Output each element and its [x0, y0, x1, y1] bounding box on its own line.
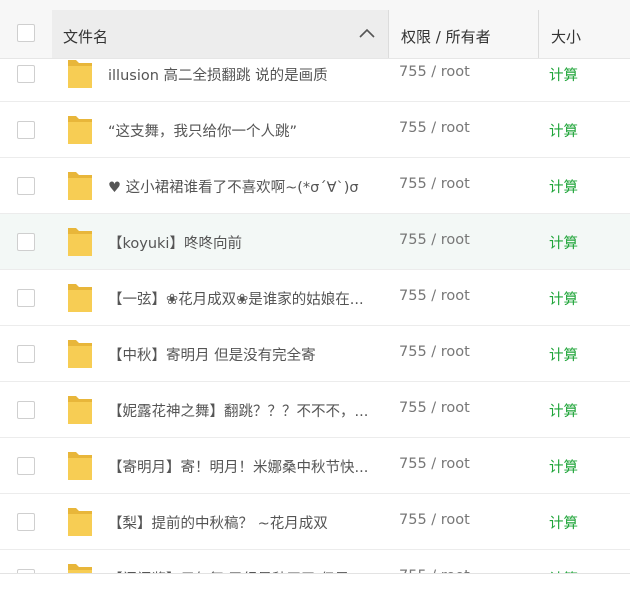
folder-icon	[68, 508, 92, 536]
calculate-size-link[interactable]: 计算	[549, 344, 578, 365]
select-all-checkbox[interactable]	[17, 24, 35, 42]
file-permission[interactable]: 755 / root	[399, 400, 470, 416]
calculate-size-link[interactable]: 计算	[549, 288, 578, 309]
file-name[interactable]: ♥ 这小裙裙谁看了不喜欢啊~(*σ´∀`)σ	[108, 176, 380, 197]
select-all-cell	[0, 0, 52, 58]
row-checkbox[interactable]	[17, 401, 35, 419]
table-row[interactable]: “这支舞，我只给你一个人跳” 755 / root 计算	[0, 102, 630, 158]
file-name[interactable]: illusion 高二全损翻跳 说的是画质	[108, 64, 380, 85]
column-header-size-label: 大小	[551, 28, 582, 46]
file-permission[interactable]: 755 / root	[399, 232, 470, 248]
row-checkbox[interactable]	[17, 121, 35, 139]
row-checkbox[interactable]	[17, 513, 35, 531]
folder-icon	[68, 228, 92, 256]
file-permission[interactable]: 755 / root	[399, 176, 470, 192]
file-list: illusion 高二全损翻跳 说的是画质 755 / root 计算 “这支舞…	[0, 46, 630, 581]
file-permission[interactable]: 755 / root	[399, 288, 470, 304]
row-checkbox[interactable]	[17, 65, 35, 83]
column-header-permission-label: 权限 / 所有者	[401, 28, 491, 46]
folder-icon	[68, 60, 92, 88]
folder-icon	[68, 172, 92, 200]
folder-icon	[68, 452, 92, 480]
file-permission[interactable]: 755 / root	[399, 344, 470, 360]
file-permission[interactable]: 755 / root	[399, 120, 470, 136]
file-name[interactable]: 【中秋】寄明月 但是没有完全寄	[108, 344, 380, 365]
row-checkbox[interactable]	[17, 457, 35, 475]
table-row[interactable]: 【koyuki】咚咚向前 755 / root 计算	[0, 214, 630, 270]
row-checkbox[interactable]	[17, 233, 35, 251]
table-row[interactable]: 【中秋】寄明月 但是没有完全寄 755 / root 计算	[0, 326, 630, 382]
table-row[interactable]: 【妮露花神之舞】翻跳？？？不不不，... 755 / root 计算	[0, 382, 630, 438]
file-name[interactable]: 【寄明月】寄！明月！米娜桑中秋节快...	[108, 456, 380, 477]
row-checkbox[interactable]	[17, 177, 35, 195]
list-bottom-edge	[0, 573, 630, 592]
file-permission[interactable]: 755 / root	[399, 512, 470, 528]
row-checkbox[interactable]	[17, 345, 35, 363]
folder-icon	[68, 116, 92, 144]
calculate-size-link[interactable]: 计算	[549, 456, 578, 477]
file-name[interactable]: 【一弦】❀花月成双❀是谁家的姑娘在...	[108, 288, 380, 309]
calculate-size-link[interactable]: 计算	[549, 512, 578, 533]
folder-icon	[68, 340, 92, 368]
table-row[interactable]: 【寄明月】寄！明月！米娜桑中秋节快... 755 / root 计算	[0, 438, 630, 494]
calculate-size-link[interactable]: 计算	[549, 120, 578, 141]
calculate-size-link[interactable]: 计算	[549, 176, 578, 197]
file-name[interactable]: 【梨】提前的中秋稿？ ~花月成双	[108, 512, 380, 533]
table-row[interactable]: ♥ 这小裙裙谁看了不喜欢啊~(*σ´∀`)σ 755 / root 计算	[0, 158, 630, 214]
column-header-permission[interactable]: 权限 / 所有者	[389, 10, 539, 58]
column-header-name[interactable]: 文件名	[52, 10, 389, 58]
column-header-size[interactable]: 大小	[539, 10, 630, 58]
table-row[interactable]: 【一弦】❀花月成双❀是谁家的姑娘在... 755 / root 计算	[0, 270, 630, 326]
table-header: 文件名 权限 / 所有者 大小	[0, 0, 630, 59]
column-header-name-label: 文件名	[63, 28, 109, 46]
chevron-up-icon[interactable]	[358, 27, 376, 39]
file-name[interactable]: 【koyuki】咚咚向前	[108, 232, 380, 253]
file-name[interactable]: “这支舞，我只给你一个人跳”	[108, 120, 380, 141]
file-name[interactable]: 【妮露花神之舞】翻跳？？？不不不，...	[108, 400, 380, 421]
calculate-size-link[interactable]: 计算	[549, 400, 578, 421]
folder-icon	[68, 396, 92, 424]
table-row[interactable]: 【梨】提前的中秋稿？ ~花月成双 755 / root 计算	[0, 494, 630, 550]
calculate-size-link[interactable]: 计算	[549, 64, 578, 85]
calculate-size-link[interactable]: 计算	[549, 232, 578, 253]
folder-icon	[68, 284, 92, 312]
file-permission[interactable]: 755 / root	[399, 64, 470, 80]
row-checkbox[interactable]	[17, 289, 35, 307]
file-permission[interactable]: 755 / root	[399, 456, 470, 472]
